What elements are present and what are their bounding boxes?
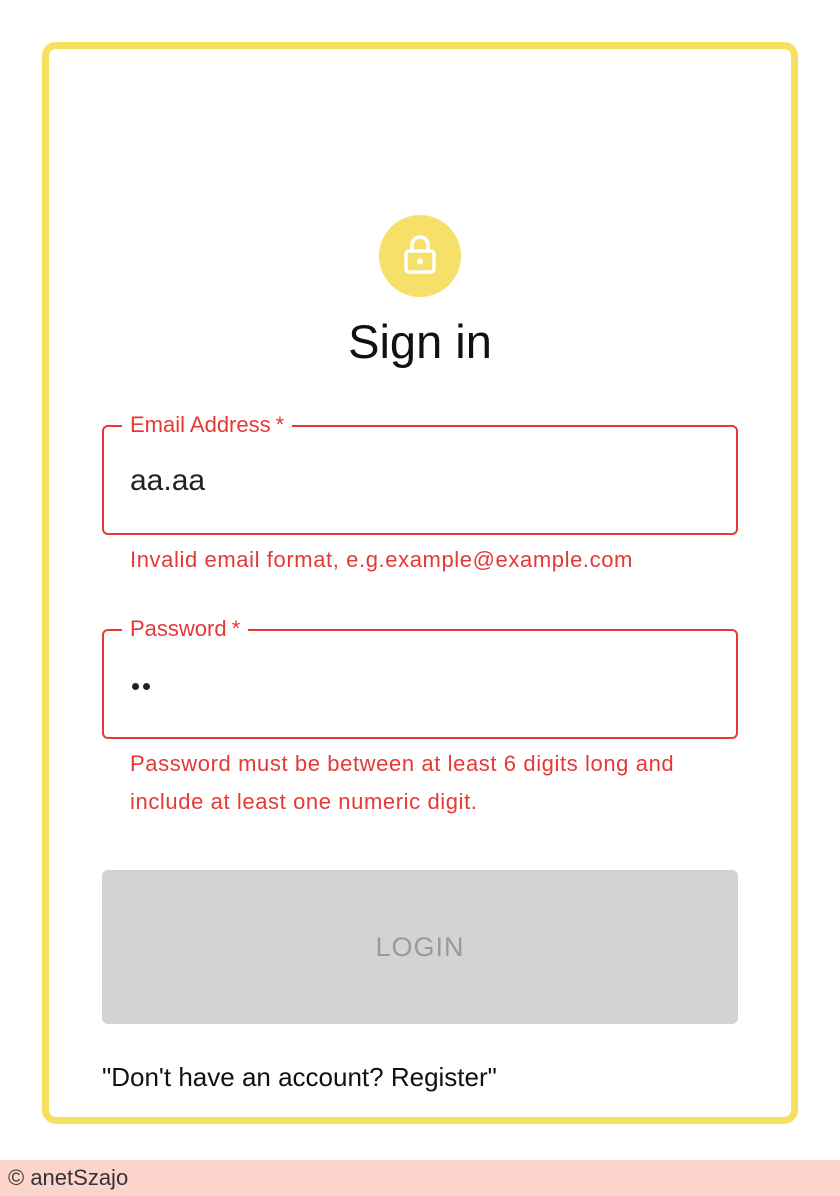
- email-field[interactable]: Email Address *: [102, 411, 738, 535]
- page: Sign in Email Address* Invalid email for…: [0, 0, 840, 1196]
- page-title: Sign in: [348, 315, 492, 368]
- email-label: Email Address *: [122, 411, 293, 439]
- email-required-mark: *: [275, 412, 285, 437]
- email-error-text: Invalid email format, e.g.example@exampl…: [130, 547, 633, 572]
- password-label: Password *: [122, 615, 249, 643]
- login-button[interactable]: LOGIN: [102, 870, 738, 1024]
- lock-icon: [402, 234, 438, 279]
- footer-bar: © anetSzajo: [0, 1160, 840, 1196]
- footer-credit: © anetSzajo: [8, 1165, 129, 1190]
- password-required-mark: *: [231, 616, 241, 641]
- password-input[interactable]: [132, 683, 150, 690]
- password-mask-dot: [143, 683, 150, 690]
- lock-avatar: [379, 215, 461, 297]
- password-error-text: Password must be between at least 6 digi…: [130, 751, 675, 814]
- register-link[interactable]: "Don't have an account? Register": [102, 1060, 497, 1094]
- email-input[interactable]: [130, 463, 710, 499]
- password-mask-dot: [132, 683, 139, 690]
- password-field[interactable]: Password *: [102, 615, 738, 739]
